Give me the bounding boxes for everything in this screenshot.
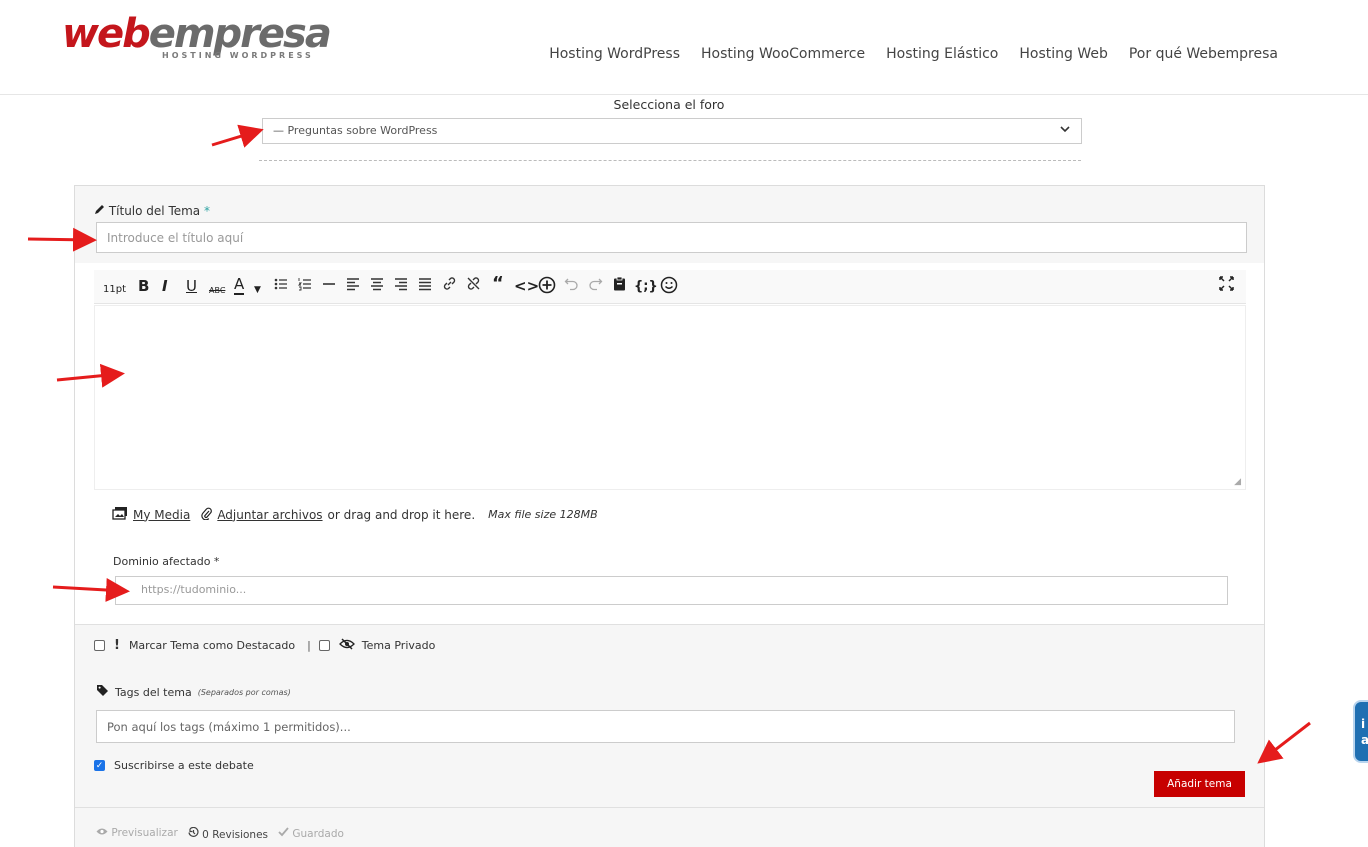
topic-options: ! Marcar Tema como Destacado | Tema Priv… [94,638,435,653]
footer-divider [75,807,1264,808]
underline-icon[interactable]: U [186,276,197,296]
preview-label: Previsualizar [111,827,178,839]
max-file-size: Max file size 128MB [488,508,598,521]
drag-drop-hint: or drag and drop it here. [327,507,476,522]
saved-label: Guardado [292,828,344,840]
blockquote-icon[interactable]: “ [492,274,504,294]
my-media-link[interactable]: My Media [133,508,190,522]
pencil-icon [94,204,109,218]
link-icon[interactable] [442,276,457,296]
side-help-widget[interactable]: i a [1353,700,1368,763]
align-left-icon[interactable] [346,276,360,296]
add-topic-button[interactable]: Añadir tema [1154,771,1245,797]
align-right-icon[interactable] [394,276,408,296]
paste-icon[interactable] [612,276,627,296]
revisions-label: 0 Revisiones [202,829,269,841]
strikethrough-icon[interactable]: ABC [209,281,225,301]
preview-button[interactable]: Previsualizar [96,827,178,841]
tags-hint: (Separados por comas) [197,687,291,697]
forum-select-value: — Preguntas sobre WordPress [273,124,438,137]
subscribe-checkbox[interactable]: ✓ [94,760,105,771]
domain-input[interactable]: https://tudominio... [115,576,1228,605]
logo-tagline: HOSTING WORDPRESS [162,51,314,60]
paperclip-icon [201,507,213,523]
site-header: webempresa HOSTING WORDPRESS Hosting Wor… [0,0,1368,95]
domain-label: Dominio afectado * [113,555,220,568]
page: webempresa HOSTING WORDPRESS Hosting Wor… [0,0,1368,847]
add-media-icon[interactable] [538,276,556,299]
topic-title-label-text: Título del Tema [108,204,201,218]
options-divider: | [307,639,311,652]
nav-hosting-elastico[interactable]: Hosting Elástico [886,46,998,62]
code-icon[interactable]: <> [514,276,539,296]
private-checkbox[interactable] [318,640,330,651]
main-nav: Hosting WordPress Hosting WooCommerce Ho… [549,46,1278,62]
attach-files-link[interactable]: Adjuntar archivos [217,508,322,522]
webempresa-logo[interactable]: webempresa HOSTING WORDPRESS [62,10,352,70]
forum-select-label: Selecciona el foro [613,97,725,112]
nav-hosting-web[interactable]: Hosting Web [1019,46,1108,62]
text-color-icon[interactable]: A [234,276,245,295]
redo-icon[interactable] [588,276,603,296]
exclamation-icon: ! [114,638,120,653]
editor-content-area[interactable]: ◢ [94,305,1246,490]
featured-label: Marcar Tema como Destacado [128,639,296,652]
forum-select[interactable]: — Preguntas sobre WordPress [262,118,1082,144]
font-size-select[interactable]: 11pt [103,280,126,300]
featured-checkbox[interactable] [94,640,105,651]
horizontal-line-icon[interactable] [322,276,336,296]
bold-icon[interactable]: B [138,276,149,296]
arrow-submit-button [1257,721,1311,764]
subscribe-label: Suscribirse a este debate [114,759,254,772]
fullscreen-icon[interactable] [1219,276,1234,296]
resize-handle-icon[interactable]: ◢ [1234,477,1241,487]
topic-title-label: Título del Tema * [94,204,210,218]
tags-label: Tags del tema (Separados por comas) [96,684,291,700]
side-widget-line2: a [1361,733,1368,747]
editor-toolbar: 11pt B I U ABC A ▼ “ <> {;} [94,270,1246,304]
nav-por-que-webempresa[interactable]: Por qué Webempresa [1129,46,1278,62]
numbered-list-icon[interactable] [297,276,312,296]
private-label: Tema Privado [361,639,436,652]
subscribe-row: ✓ Suscribirse a este debate [94,759,254,772]
emoji-icon[interactable] [660,276,678,299]
editor-footer: Previsualizar 0 Revisiones Guardado [96,826,344,841]
revisions-button[interactable]: 0 Revisiones [188,826,269,841]
tag-icon [96,684,109,700]
logo-web-text: web [62,11,151,57]
code-snippet-icon[interactable]: {;} [634,277,658,297]
bullet-list-icon[interactable] [274,276,288,296]
align-center-icon[interactable] [370,276,384,296]
topic-title-input[interactable]: Introduce el título aquí [96,222,1247,253]
nav-hosting-woocommerce[interactable]: Hosting WooCommerce [701,46,865,62]
align-justify-icon[interactable] [418,276,432,296]
nav-hosting-wordpress[interactable]: Hosting WordPress [549,46,680,62]
undo-icon[interactable] [564,276,579,296]
attachments-row: My Media Adjuntar archivos or drag and d… [112,506,598,523]
text-color-dropdown-icon[interactable]: ▼ [254,280,261,300]
italic-icon[interactable]: I [162,276,168,296]
arrow-forum-select [211,124,264,148]
unlink-icon[interactable] [466,276,481,296]
required-mark: * [204,204,210,218]
media-library-icon [112,506,128,523]
dashed-divider [259,160,1081,161]
tags-label-text: Tags del tema [115,685,192,699]
side-widget-line1: i [1361,717,1366,731]
section-divider [75,624,1264,625]
saved-status: Guardado [278,827,344,841]
eye-slash-icon [338,638,355,653]
tags-input[interactable]: Pon aquí los tags (máximo 1 permitidos).… [96,710,1235,743]
chevron-down-icon [1059,123,1071,138]
